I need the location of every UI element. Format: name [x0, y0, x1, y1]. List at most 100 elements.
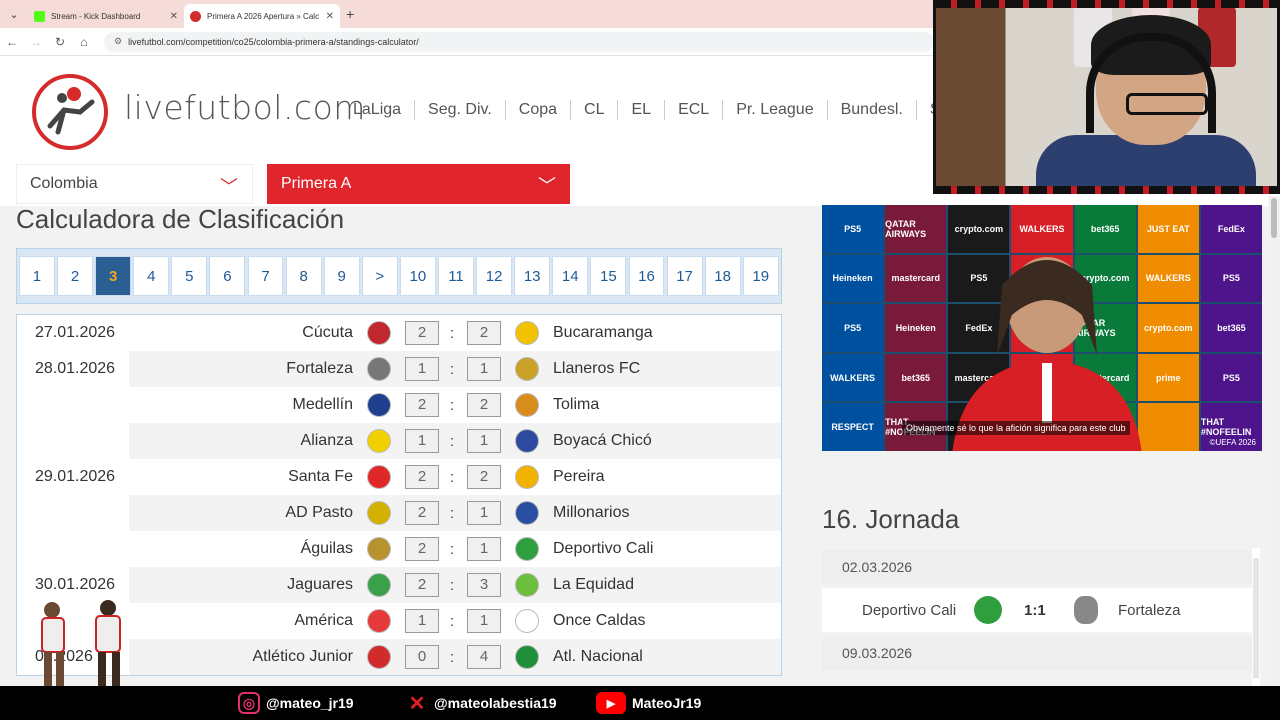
away-score-input[interactable]: 1: [467, 429, 501, 453]
site-info-icon[interactable]: ⚙: [114, 36, 122, 47]
nav-cl[interactable]: CL: [571, 100, 619, 120]
away-team[interactable]: Millonarios: [553, 504, 629, 522]
round-button-14[interactable]: 14: [552, 256, 589, 296]
league-select[interactable]: Primera A ﹀: [267, 164, 570, 204]
away-team[interactable]: Pereira: [553, 468, 605, 486]
country-select[interactable]: Colombia ﹀: [16, 164, 253, 204]
round-button-13[interactable]: 13: [514, 256, 551, 296]
home-score-input[interactable]: 2: [405, 501, 439, 525]
away-crest-icon: [515, 537, 539, 561]
scrollbar-thumb[interactable]: [1271, 198, 1277, 238]
tab-close-icon[interactable]: ✕: [170, 11, 178, 22]
away-team[interactable]: Bucaramanga: [553, 324, 653, 342]
home-score-input[interactable]: 2: [405, 393, 439, 417]
scrollbar-thumb[interactable]: [1253, 558, 1259, 678]
round-button-19[interactable]: 19: [742, 256, 779, 296]
away-score-input[interactable]: 1: [467, 357, 501, 381]
away-score-input[interactable]: 2: [467, 321, 501, 345]
round-button-15[interactable]: 15: [590, 256, 627, 296]
url-field[interactable]: ⚙ livefutbol.com/competition/co25/colomb…: [104, 31, 934, 52]
round-button-12[interactable]: 12: [476, 256, 513, 296]
nav-laliga[interactable]: LaLiga: [340, 100, 416, 120]
round-button-5[interactable]: 5: [171, 256, 208, 296]
home-team[interactable]: Cúcuta: [302, 324, 353, 342]
score-separator: :: [450, 360, 455, 378]
round-button-1[interactable]: 1: [19, 256, 55, 296]
home-score-input[interactable]: 2: [405, 465, 439, 489]
round-button-4[interactable]: 4: [133, 256, 170, 296]
away-team[interactable]: Atl. Nacional: [553, 648, 643, 666]
tab-close-icon[interactable]: ✕: [326, 11, 334, 22]
new-tab-plus-icon[interactable]: +: [346, 6, 354, 22]
browser-tab-livefutbol[interactable]: Primera A 2026 Apertura » Calc ✕: [184, 4, 340, 28]
away-score-input[interactable]: 1: [467, 501, 501, 525]
browser-tab-kick[interactable]: Stream - Kick Dashboard ✕: [28, 4, 184, 28]
round-button-9[interactable]: 9: [323, 256, 360, 296]
away-team[interactable]: Boyacá Chicó: [553, 432, 652, 450]
away-team[interactable]: La Equidad: [553, 576, 634, 594]
forward-arrow-icon[interactable]: →: [24, 35, 48, 49]
away-score-input[interactable]: 1: [467, 537, 501, 561]
away-score-input[interactable]: 3: [467, 573, 501, 597]
round-button-16[interactable]: 16: [628, 256, 665, 296]
away-team[interactable]: Fortaleza: [1118, 602, 1181, 619]
home-team[interactable]: Jaguares: [287, 576, 353, 594]
home-team[interactable]: Águilas: [301, 540, 353, 558]
nav-bundesliga[interactable]: Bundesl.: [828, 100, 917, 120]
round-button-7[interactable]: 7: [247, 256, 284, 296]
home-icon[interactable]: ⌂: [72, 35, 96, 49]
away-score-input[interactable]: 1: [467, 609, 501, 633]
away-crest-icon: [515, 393, 539, 417]
home-team[interactable]: AD Pasto: [285, 504, 353, 522]
match-score[interactable]: 1:1: [1024, 602, 1046, 619]
round-button-3[interactable]: 3: [95, 256, 132, 296]
page-scrollbar[interactable]: [1268, 196, 1280, 690]
away-team[interactable]: Llaneros FC: [553, 360, 640, 378]
site-logo-text[interactable]: livefutbol.com: [124, 88, 366, 127]
away-score-input[interactable]: 4: [467, 645, 501, 669]
home-score-input[interactable]: 1: [405, 357, 439, 381]
away-team[interactable]: Tolima: [553, 396, 599, 414]
nav-ecl[interactable]: ECL: [665, 100, 724, 120]
reload-icon[interactable]: ↻: [48, 35, 72, 49]
home-team[interactable]: Atlético Junior: [253, 648, 354, 666]
away-team[interactable]: Once Caldas: [553, 612, 646, 630]
country-select-value: Colombia: [30, 175, 98, 192]
match-row: 27.01.2026 Cúcuta 2:2 Bucaramanga: [17, 315, 781, 351]
home-team[interactable]: Medellín: [293, 396, 353, 414]
home-team[interactable]: Deportivo Cali: [862, 602, 956, 619]
round-next-button[interactable]: >: [361, 256, 398, 296]
back-arrow-icon[interactable]: ←: [0, 35, 24, 49]
round-button-6[interactable]: 6: [209, 256, 246, 296]
round-button-17[interactable]: 17: [666, 256, 703, 296]
nav-premier-league[interactable]: Pr. League: [723, 100, 828, 120]
round-button-10[interactable]: 10: [399, 256, 436, 296]
round-selector: 1 2 3 4 5 6 7 8 9 >10 11 12 13 14 15 16 17 18 19: [16, 248, 782, 304]
home-score-input[interactable]: 0: [405, 645, 439, 669]
tab-list-chevron-icon[interactable]: ⌄: [0, 0, 28, 28]
round-button-11[interactable]: 11: [438, 256, 474, 296]
home-team[interactable]: Alianza: [301, 432, 353, 450]
home-team[interactable]: Santa Fe: [288, 468, 353, 486]
round-button-2[interactable]: 2: [57, 256, 93, 296]
nav-copa[interactable]: Copa: [506, 100, 572, 120]
nav-seg-div[interactable]: Seg. Div.: [415, 100, 506, 120]
home-team[interactable]: Fortaleza: [286, 360, 353, 378]
away-team[interactable]: Deportivo Cali: [553, 540, 653, 558]
home-score-input[interactable]: 2: [405, 321, 439, 345]
round-button-18[interactable]: 18: [704, 256, 741, 296]
home-team[interactable]: América: [294, 612, 353, 630]
round-button-8[interactable]: 8: [285, 256, 322, 296]
home-score-input[interactable]: 2: [405, 573, 439, 597]
sponsor-tile: Heineken: [822, 254, 884, 303]
home-score-input[interactable]: 1: [405, 429, 439, 453]
home-score-input[interactable]: 1: [405, 609, 439, 633]
nav-el[interactable]: EL: [618, 100, 666, 120]
away-score-input[interactable]: 2: [467, 393, 501, 417]
home-score-input[interactable]: 2: [405, 537, 439, 561]
jornada-match-row[interactable]: Deportivo Cali 1:1 Fortaleza: [822, 588, 1252, 632]
video-player[interactable]: PS5 QATAR AIRWAYS crypto.com WALKERS bet365 J…: [822, 205, 1262, 451]
away-score-input[interactable]: 2: [467, 465, 501, 489]
jornada-scrollbar[interactable]: [1252, 548, 1260, 688]
livefutbol-logo-icon[interactable]: [32, 74, 108, 150]
